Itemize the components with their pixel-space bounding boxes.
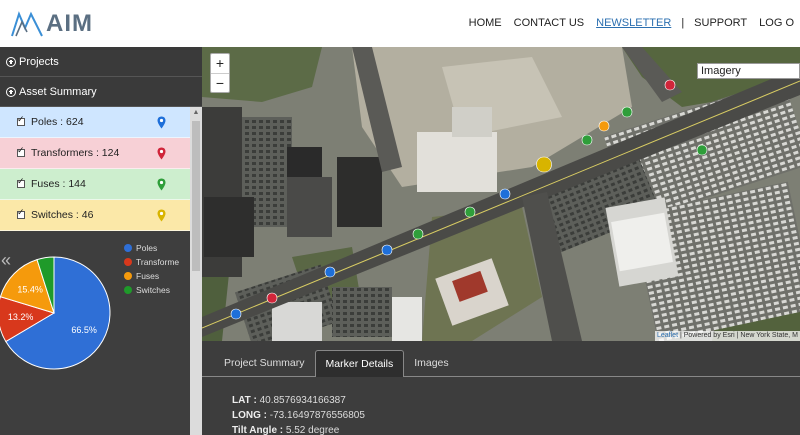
pie-label: 13.2% — [8, 312, 34, 322]
details-tabs: Project Summary Marker Details Images — [214, 350, 459, 377]
legend-item[interactable]: Poles — [124, 241, 179, 255]
tab-images[interactable]: Images — [404, 350, 458, 377]
legend-swatch — [124, 272, 132, 280]
logo[interactable]: AIM — [10, 9, 93, 39]
map-marker[interactable] — [230, 308, 242, 320]
map-marker[interactable] — [696, 144, 708, 156]
asset-row-transformers[interactable]: Transformers : 124 — [0, 138, 190, 169]
zoom-in-button[interactable]: + — [211, 54, 229, 73]
top-nav: HOME CONTACT US NEWSLETTER | SUPPORT LOG… — [463, 17, 800, 29]
long-value: -73.16497876556805 — [269, 410, 365, 421]
map-marker[interactable] — [464, 206, 476, 218]
collapse-sidebar-icon[interactable]: « — [1, 251, 11, 269]
map-marker[interactable] — [621, 106, 633, 118]
asset-checkbox[interactable] — [17, 177, 25, 188]
legend-label: Transforme — [136, 257, 180, 267]
legend-label: Fuses — [136, 271, 160, 281]
asset-row-fuses[interactable]: Fuses : 144 — [0, 169, 190, 200]
logo-text: AIM — [46, 10, 93, 37]
nav-support[interactable]: SUPPORT — [694, 17, 747, 29]
header: AIM HOME CONTACT US NEWSLETTER | SUPPORT… — [0, 0, 800, 47]
asset-list: Poles : 624 Transformers : 124 Fuses : 144… — [0, 107, 190, 231]
scrollbar-thumb[interactable] — [192, 121, 200, 271]
long-row: LONG : -73.16497876556805 — [232, 408, 365, 423]
tab-marker-details[interactable]: Marker Details — [314, 350, 405, 377]
map-marker[interactable] — [499, 188, 511, 200]
pie-label: 15.4% — [17, 284, 43, 294]
map-marker[interactable] — [412, 228, 424, 240]
map-marker[interactable] — [536, 156, 552, 173]
tilt-row: Tilt Angle : 5.52 degree — [232, 423, 365, 435]
attribution-text: | Powered by Esri | New York State, M — [678, 332, 798, 339]
asset-label: Poles : 624 — [31, 116, 84, 128]
legend-item[interactable]: Switches — [124, 283, 179, 297]
legend-swatch — [124, 258, 132, 266]
asset-checkbox[interactable] — [17, 208, 25, 219]
sidebar: Projects Asset Summary Poles : 624 Transf… — [0, 47, 202, 435]
map-pin-icon — [157, 178, 166, 191]
satellite-imagery — [202, 47, 800, 341]
legend-label: Poles — [136, 243, 158, 253]
asset-pie-chart: 66.5% 13.2% 15.4% Poles Transforme Fuses Swit… — [0, 231, 190, 435]
tilt-label: Tilt Angle : — [232, 425, 286, 435]
expand-icon — [6, 56, 16, 67]
zoom-control: + − — [210, 53, 230, 93]
logo-mark-icon — [11, 11, 43, 37]
asset-checkbox[interactable] — [17, 146, 25, 157]
details-panel: Project Summary Marker Details Images LA… — [202, 341, 800, 435]
asset-summary-label: Asset Summary — [19, 85, 97, 98]
nav-contact-us[interactable]: CONTACT US — [514, 17, 585, 29]
map-marker[interactable] — [266, 292, 278, 304]
marker-details: LAT : 40.8576934166387 LONG : -73.164978… — [232, 393, 365, 435]
asset-label: Transformers : 124 — [31, 147, 120, 159]
map-marker[interactable] — [598, 120, 610, 132]
nav-home[interactable]: HOME — [469, 17, 502, 29]
asset-summary-header[interactable]: Asset Summary — [0, 77, 202, 107]
legend-swatch — [124, 244, 132, 252]
leaflet-link[interactable]: Leaflet — [657, 332, 678, 339]
projects-header[interactable]: Projects — [0, 47, 202, 77]
asset-row-poles[interactable]: Poles : 624 — [0, 107, 190, 138]
map-attribution: Leaflet | Powered by Esri | New York Sta… — [655, 331, 800, 341]
map-marker[interactable] — [664, 79, 676, 91]
nav-newsletter[interactable]: NEWSLETTER — [596, 17, 671, 29]
tilt-value: 5.52 degree — [285, 425, 340, 435]
zoom-out-button[interactable]: − — [211, 73, 229, 92]
legend-item[interactable]: Fuses — [124, 269, 179, 283]
tab-project-summary[interactable]: Project Summary — [214, 350, 315, 377]
long-label: LONG : — [232, 410, 270, 421]
asset-row-switches[interactable]: Switches : 46 — [0, 200, 190, 231]
legend-swatch — [124, 286, 132, 294]
legend-label: Switches — [136, 285, 171, 295]
map-marker[interactable] — [381, 244, 393, 256]
basemap-layer-select[interactable]: Imagery — [697, 63, 800, 79]
map-pin-icon — [157, 209, 166, 222]
scroll-up-icon[interactable]: ▲ — [190, 107, 202, 119]
pie-label: 66.5% — [71, 325, 97, 335]
asset-label: Fuses : 144 — [31, 178, 86, 190]
map-pin-icon — [157, 116, 166, 129]
map-pin-icon — [157, 147, 166, 160]
map-marker[interactable] — [581, 134, 593, 146]
map-view[interactable]: + − Imagery Leaflet | Powered by Esri | … — [202, 47, 800, 341]
lat-label: LAT : — [232, 395, 260, 406]
chart-legend: Poles Transforme Fuses Switches — [124, 241, 179, 297]
lat-value: 40.8576934166387 — [259, 395, 346, 406]
pie-chart: 66.5% 13.2% 15.4% — [0, 256, 111, 370]
asset-checkbox[interactable] — [17, 115, 25, 126]
projects-label: Projects — [19, 55, 59, 68]
lat-row: LAT : 40.8576934166387 — [232, 393, 365, 408]
expand-icon — [6, 86, 16, 97]
nav-separator: | — [681, 17, 685, 29]
map-marker[interactable] — [324, 266, 336, 278]
asset-label: Switches : 46 — [31, 209, 94, 221]
nav-logout[interactable]: LOG O — [759, 17, 794, 29]
legend-item[interactable]: Transforme — [124, 255, 179, 269]
